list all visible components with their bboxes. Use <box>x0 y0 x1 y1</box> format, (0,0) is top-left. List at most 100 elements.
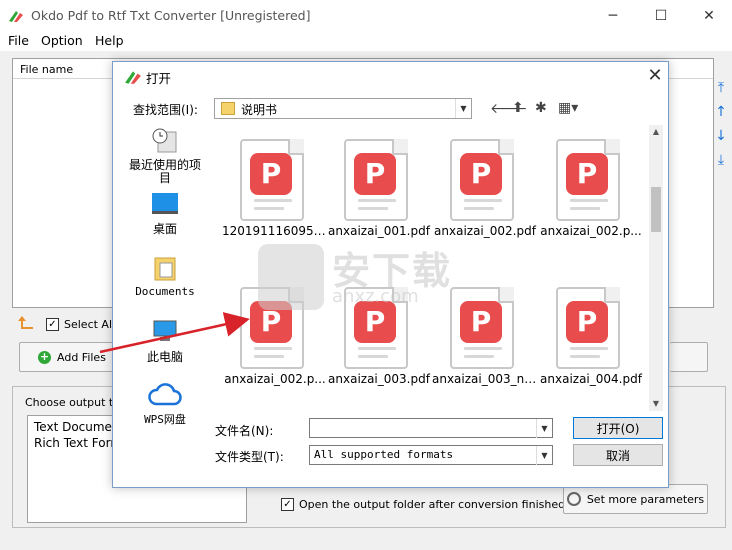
pdf-badge-icon: P <box>250 153 292 195</box>
place-label: 此电脑 <box>146 350 183 364</box>
gear-icon <box>566 492 581 506</box>
pdf-file-icon: P <box>556 139 620 221</box>
file-grid[interactable]: P 1201911160954... Panxaizai_001.pdf Panxai… <box>216 125 649 411</box>
cancel-button[interactable]: 取消 <box>573 444 663 466</box>
page-line <box>464 207 494 210</box>
filename-label: 文件名(N): <box>215 424 274 438</box>
select-all-checkbox[interactable]: ✓ <box>46 318 59 331</box>
pdf-file-icon: P <box>344 287 408 369</box>
page-line <box>254 199 292 202</box>
desktop-icon <box>152 193 178 214</box>
app-icon <box>9 11 23 22</box>
file-item[interactable]: Panxaizai_003.pdf <box>326 275 432 415</box>
file-item[interactable]: Panxaizai_002.p... <box>222 275 328 415</box>
output-type-item[interactable]: Text Document <box>34 420 124 434</box>
cloud-icon <box>148 383 182 406</box>
chevron-down-icon[interactable]: ▼ <box>455 99 471 118</box>
window-title: Okdo Pdf to Rtf Txt Converter [Unregiste… <box>31 8 311 23</box>
page-line <box>254 347 292 350</box>
pdf-file-icon: P <box>344 139 408 221</box>
title-bar: Okdo Pdf to Rtf Txt Converter [Unregiste… <box>0 0 732 31</box>
add-icon: + <box>38 349 51 364</box>
file-item[interactable]: Panxaizai_002.p... <box>538 127 644 267</box>
page-line <box>464 347 502 350</box>
file-item[interactable]: Panxaizai_004.pdf <box>538 275 644 415</box>
pdf-badge-icon: P <box>250 301 292 343</box>
file-name: anxaizai_003_ne... <box>432 372 538 386</box>
maximize-button[interactable]: ☐ <box>638 0 684 31</box>
open-button[interactable]: 打开(O) <box>573 417 663 439</box>
dialog-close-button[interactable]: ✕ <box>643 64 667 88</box>
set-more-label: Set more parameters <box>586 492 705 506</box>
recent-icon <box>152 128 177 153</box>
look-in-select[interactable]: 说明书 ▼ <box>214 98 472 119</box>
place-wps-cloud[interactable]: WPS网盘 <box>125 380 205 427</box>
pdf-file-icon: P <box>556 287 620 369</box>
move-top-icon[interactable]: ⤒ <box>714 80 728 96</box>
folder-icon <box>221 102 235 115</box>
place-desktop[interactable]: 桌面 <box>125 191 205 237</box>
page-line <box>570 207 600 210</box>
file-name: anxaizai_002.p... <box>540 224 642 238</box>
pdf-file-icon: P <box>450 139 514 221</box>
page-line <box>464 355 494 358</box>
file-item[interactable]: P 1201911160954... <box>222 127 328 267</box>
pdf-badge-icon: P <box>354 153 396 195</box>
places-bar: 最近使用的项目 桌面 Documents 此电脑 WPS网盘 <box>125 126 205 426</box>
place-computer[interactable]: 此电脑 <box>125 317 205 365</box>
vertical-scrollbar[interactable]: ▲ ▼ <box>649 125 663 411</box>
open-folder-label: Open the output folder after conversion … <box>299 498 566 511</box>
page-line <box>570 355 600 358</box>
move-bottom-icon[interactable]: ⤓ <box>714 152 728 168</box>
minimize-button[interactable]: ─ <box>590 0 636 31</box>
page-line <box>570 199 608 202</box>
file-name: anxaizai_003.pdf <box>328 372 430 386</box>
filename-input[interactable]: ▼ <box>309 418 553 438</box>
page-line <box>254 207 284 210</box>
look-in-label: 查找范围(I): <box>133 103 198 117</box>
view-menu-icon[interactable]: ▦▾ <box>558 100 578 116</box>
menu-option[interactable]: Option <box>41 33 83 48</box>
set-more-parameters-button[interactable]: Set more parameters <box>563 484 708 514</box>
file-item[interactable]: Panxaizai_002.pdf <box>432 127 538 267</box>
pdf-file-icon: P <box>450 287 514 369</box>
up-folder-icon[interactable] <box>18 315 36 331</box>
file-item[interactable]: Panxaizai_001.pdf <box>326 127 432 267</box>
menu-file[interactable]: File <box>8 33 29 48</box>
dialog-app-icon <box>125 71 141 84</box>
filetype-select[interactable]: All supported formats ▼ <box>309 445 553 465</box>
page-line <box>358 355 388 358</box>
scroll-up-icon[interactable]: ▲ <box>649 125 663 139</box>
page-line <box>570 347 608 350</box>
place-label: 桌面 <box>152 222 177 236</box>
open-folder-checkbox[interactable]: ✓ <box>281 498 294 511</box>
scrollbar-thumb[interactable] <box>651 187 661 232</box>
file-name: anxaizai_004.pdf <box>540 372 642 386</box>
pdf-badge-icon: P <box>354 301 396 343</box>
new-folder-icon[interactable]: ✱ <box>535 100 547 116</box>
add-files-label: Add Files <box>57 350 106 364</box>
pdf-badge-icon: P <box>566 301 608 343</box>
scroll-down-icon[interactable]: ▼ <box>649 397 663 411</box>
pdf-badge-icon: P <box>460 153 502 195</box>
look-in-value: 说明书 <box>241 103 278 117</box>
documents-icon <box>154 257 176 281</box>
select-all-label: Select All <box>64 318 116 331</box>
chevron-down-icon[interactable]: ▼ <box>536 446 552 465</box>
move-up-icon[interactable]: ↑ <box>714 104 728 120</box>
computer-icon <box>153 320 177 341</box>
column-file-name[interactable]: File name <box>20 63 73 76</box>
add-files-button[interactable]: + Add Files <box>19 342 117 372</box>
close-button[interactable]: ✕ <box>686 0 732 31</box>
place-recent[interactable]: 最近使用的项目 <box>125 126 205 185</box>
menu-help[interactable]: Help <box>95 33 124 48</box>
file-item[interactable]: Panxaizai_003_ne... <box>432 275 538 415</box>
place-label: Documents <box>135 285 195 298</box>
up-one-level-icon[interactable]: ⬆ <box>512 100 524 116</box>
place-documents[interactable]: Documents <box>125 254 205 298</box>
menu-bar: File Option Help <box>0 31 732 51</box>
file-name: anxaizai_002.pdf <box>434 224 536 238</box>
move-down-icon[interactable]: ↓ <box>714 128 728 144</box>
chevron-down-icon[interactable]: ▼ <box>536 419 552 438</box>
remove-button[interactable] <box>670 342 708 372</box>
